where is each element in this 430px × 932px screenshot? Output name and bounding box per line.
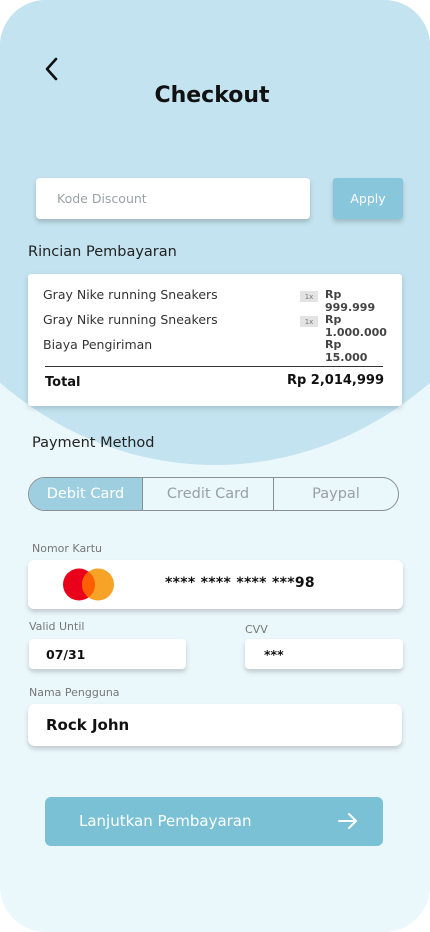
total-label: Total bbox=[45, 375, 81, 390]
shipping-fee-label: Biaya Pengiriman bbox=[43, 337, 153, 352]
quantity-badge: 1x bbox=[300, 291, 318, 302]
quantity-badge: 1x bbox=[300, 316, 318, 327]
valid-until-field[interactable]: 07/31 bbox=[29, 639, 186, 669]
apply-discount-button[interactable]: Apply bbox=[333, 178, 403, 219]
continue-payment-label: Lanjutkan Pembayaran bbox=[79, 812, 252, 830]
cvv-field[interactable]: *** bbox=[245, 639, 403, 669]
cvv-label: CVV bbox=[245, 623, 268, 636]
summary-item-price: Rp 1.000.000 bbox=[325, 313, 387, 339]
summary-item-row: Gray Nike running Sneakers 1x Rp 999.999 bbox=[43, 287, 384, 314]
back-button[interactable] bbox=[38, 54, 66, 84]
shipping-fee-value: Rp 15.000 bbox=[325, 338, 368, 364]
card-number-value: **** **** **** ***98 bbox=[165, 575, 315, 591]
total-value: Rp 2,014,999 bbox=[286, 373, 384, 388]
valid-until-label: Valid Until bbox=[29, 620, 85, 633]
card-number-label: Nomor Kartu bbox=[32, 542, 102, 555]
page-title: Checkout bbox=[154, 83, 270, 108]
summary-item-name: Gray Nike running Sneakers bbox=[43, 312, 218, 327]
mastercard-icon bbox=[63, 568, 114, 601]
arrow-right-icon bbox=[338, 813, 357, 829]
cardholder-name-label: Nama Pengguna bbox=[29, 686, 120, 699]
tab-paypal[interactable]: Paypal bbox=[274, 478, 398, 510]
discount-code-input[interactable] bbox=[36, 178, 310, 219]
payment-method-heading: Payment Method bbox=[32, 435, 155, 451]
payment-summary-card: Gray Nike running Sneakers 1x Rp 999.999… bbox=[28, 274, 402, 406]
payment-method-selector: Debit Card Credit Card Paypal bbox=[28, 477, 399, 511]
cardholder-name-field[interactable]: Rock John bbox=[28, 704, 402, 746]
shipping-fee-row: Biaya Pengiriman Rp 15.000 bbox=[43, 337, 384, 364]
summary-divider bbox=[45, 366, 383, 367]
summary-item-name: Gray Nike running Sneakers bbox=[43, 287, 218, 302]
chevron-left-icon bbox=[45, 57, 58, 81]
summary-item-row: Gray Nike running Sneakers 1x Rp 1.000.0… bbox=[43, 312, 387, 339]
continue-payment-button[interactable]: Lanjutkan Pembayaran bbox=[45, 797, 383, 846]
summary-item-price: Rp 999.999 bbox=[325, 288, 376, 314]
card-number-field[interactable]: **** **** **** ***98 bbox=[28, 560, 403, 609]
tab-debit-card[interactable]: Debit Card bbox=[29, 478, 143, 510]
tab-credit-card[interactable]: Credit Card bbox=[143, 478, 274, 510]
payment-details-heading: Rincian Pembayaran bbox=[28, 244, 177, 260]
checkout-screen: Checkout Apply Rincian Pembayaran Gray N… bbox=[0, 0, 430, 932]
